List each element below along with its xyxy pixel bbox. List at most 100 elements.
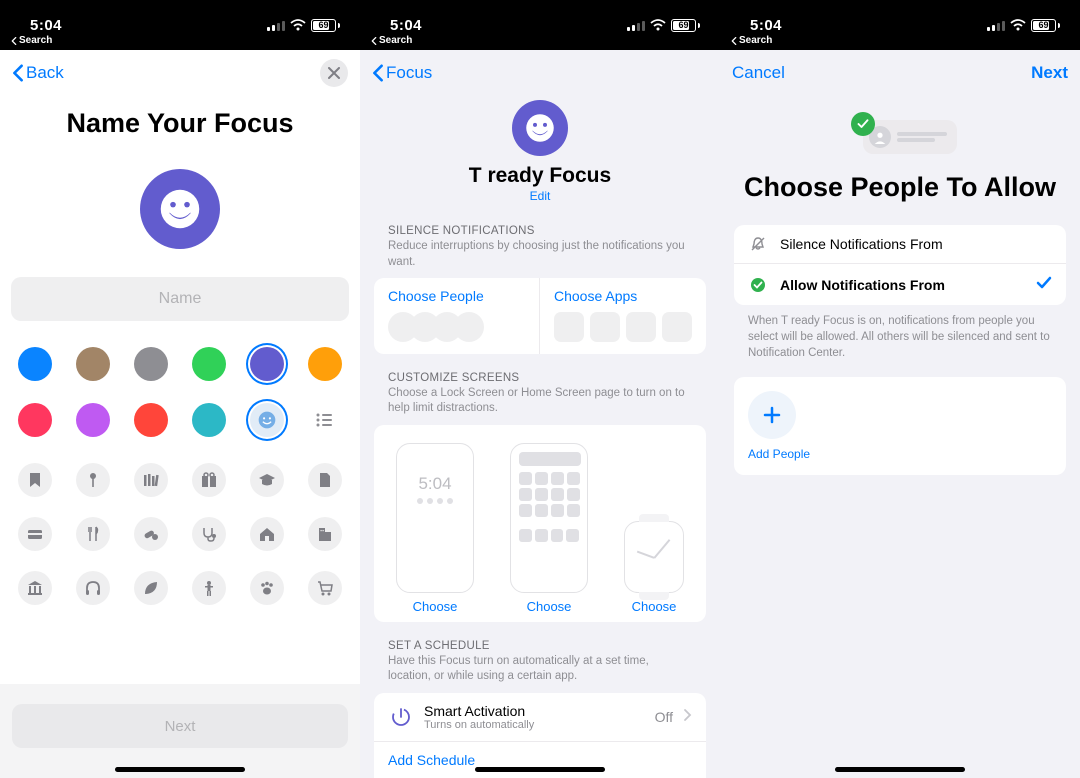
lockscreen-time: 5:04 (418, 474, 451, 494)
color-purple[interactable] (250, 347, 284, 381)
icon-option-smiley[interactable] (250, 403, 284, 437)
icon-document[interactable] (308, 463, 342, 497)
focus-name-input[interactable] (11, 277, 349, 321)
icon-grid (18, 463, 342, 605)
choose-watch[interactable]: Choose (632, 599, 677, 614)
back-to-search[interactable]: Search (730, 35, 772, 46)
add-people-label[interactable]: Add People (748, 447, 810, 461)
choose-lockscreen[interactable]: Choose (413, 599, 458, 614)
add-people-button[interactable] (748, 391, 796, 439)
screens-card: 5:04 Choose Choose Choose (374, 425, 706, 622)
selected-check-icon (1036, 275, 1052, 294)
screen1-content: Name Your Focus (0, 96, 360, 778)
back-button[interactable]: Back (12, 63, 64, 83)
add-people-card: Add People (734, 377, 1066, 475)
notification-preview (843, 112, 958, 158)
hero: Choose People To Allow (734, 112, 1066, 203)
icon-fork[interactable] (76, 517, 110, 551)
status-icons: 69 (987, 19, 1060, 32)
choose-apps[interactable]: Choose Apps (540, 278, 706, 354)
choose-people[interactable]: Choose People (374, 278, 540, 354)
focus-header: T ready Focus Edit (360, 100, 720, 203)
color-gray[interactable] (134, 347, 168, 381)
home-indicator[interactable] (835, 767, 965, 772)
icon-pin[interactable] (76, 463, 110, 497)
icon-person[interactable] (192, 571, 226, 605)
status-icons: 69 (627, 19, 700, 32)
schedule-desc: Have this Focus turn on automatically at… (360, 652, 720, 685)
footer: Next (0, 684, 360, 778)
back-to-search[interactable]: Search (370, 35, 412, 46)
icon-headphones[interactable] (76, 571, 110, 605)
icon-pills[interactable] (134, 517, 168, 551)
back-button[interactable]: Focus (372, 63, 432, 83)
color-orange[interactable] (308, 347, 342, 381)
color-brown[interactable] (76, 347, 110, 381)
icon-building[interactable] (308, 517, 342, 551)
icon-cart[interactable] (308, 571, 342, 605)
choose-homescreen[interactable]: Choose (527, 599, 572, 614)
watch-preview (624, 521, 684, 593)
home-indicator[interactable] (475, 767, 605, 772)
close-button[interactable] (320, 59, 348, 87)
homescreen-preview (510, 443, 588, 593)
smart-subtitle: Turns on automatically (424, 719, 645, 731)
battery-icon: 69 (671, 19, 700, 32)
choose-people-link: Choose People (388, 288, 525, 304)
smart-title: Smart Activation (424, 703, 645, 719)
icon-card[interactable] (18, 517, 52, 551)
signal-icon (267, 20, 285, 31)
nav-bar: Back (0, 50, 360, 96)
color-magenta[interactable] (76, 403, 110, 437)
status-bar: 5:04 69 Search (360, 0, 720, 50)
options-card: Silence Notifications From Allow Notific… (734, 225, 1066, 305)
color-pink[interactable] (18, 403, 52, 437)
homescreen-option[interactable]: Choose (510, 443, 588, 614)
option-silence-label: Silence Notifications From (780, 236, 1052, 252)
choose-apps-link: Choose Apps (554, 288, 692, 304)
edit-link[interactable]: Edit (530, 189, 551, 203)
smart-activation-row[interactable]: Smart Activation Turns on automatically … (374, 693, 706, 742)
icon-bank[interactable] (18, 571, 52, 605)
color-green[interactable] (192, 347, 226, 381)
option-allow-label: Allow Notifications From (780, 277, 1024, 293)
icon-leaf[interactable] (134, 571, 168, 605)
lockscreen-preview: 5:04 (396, 443, 474, 593)
icon-graduation[interactable] (250, 463, 284, 497)
icon-stethoscope[interactable] (192, 517, 226, 551)
silence-card: Choose People Choose Apps (374, 278, 706, 354)
focus-name: T ready Focus (469, 164, 611, 188)
schedule-header: SET A SCHEDULE (360, 640, 720, 652)
page-title: Choose People To Allow (744, 172, 1056, 203)
color-red[interactable] (134, 403, 168, 437)
icon-gift[interactable] (192, 463, 226, 497)
add-schedule-button[interactable]: Add Schedule (374, 742, 706, 778)
color-row-1 (18, 347, 342, 381)
color-blue[interactable] (18, 347, 52, 381)
back-to-search[interactable]: Search (10, 35, 52, 46)
power-icon (388, 704, 414, 730)
people-placeholders (388, 312, 525, 342)
icon-option-list[interactable] (308, 403, 342, 437)
icon-house[interactable] (250, 517, 284, 551)
next-button[interactable]: Next (12, 704, 348, 748)
watch-option[interactable]: Choose (624, 521, 684, 614)
apps-placeholders (554, 312, 692, 342)
customize-header: CUSTOMIZE SCREENS (360, 372, 720, 384)
icon-library[interactable] (134, 463, 168, 497)
color-row-2 (18, 403, 342, 437)
next-button[interactable]: Next (1031, 63, 1068, 83)
option-silence[interactable]: Silence Notifications From (734, 225, 1066, 263)
lockscreen-option[interactable]: 5:04 Choose (396, 443, 474, 614)
color-teal[interactable] (192, 403, 226, 437)
icon-bookmark[interactable] (18, 463, 52, 497)
wifi-icon (1010, 19, 1026, 31)
home-indicator[interactable] (115, 767, 245, 772)
option-allow[interactable]: Allow Notifications From (734, 263, 1066, 305)
icon-paw[interactable] (250, 571, 284, 605)
nav-bar: Cancel Next (720, 50, 1080, 96)
smiley-icon (159, 188, 201, 230)
cancel-button[interactable]: Cancel (732, 63, 785, 83)
page-title: Name Your Focus (66, 108, 293, 139)
status-time: 5:04 (30, 17, 62, 34)
